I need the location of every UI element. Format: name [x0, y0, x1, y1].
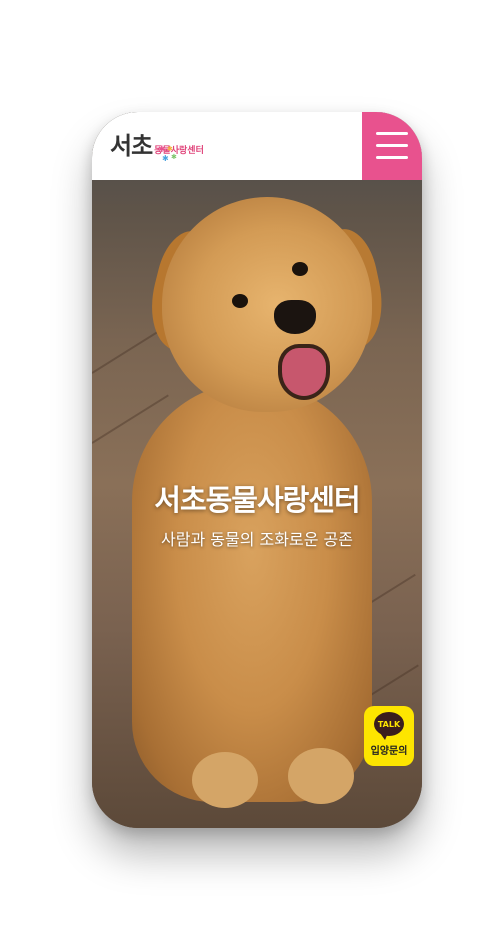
hero-title: 서초동물사랑센터 — [154, 483, 360, 517]
kakao-talk-adoption-button[interactable]: TALK 입양문의 — [364, 706, 414, 766]
svg-text:✱: ✱ — [162, 154, 169, 162]
phone-notch — [196, 112, 326, 138]
kakao-talk-icon: TALK — [374, 712, 404, 740]
puppy-paw-left — [192, 752, 258, 808]
hero-subtitle: 사람과 동물의 조화로운 공존 — [161, 530, 353, 549]
svg-text:✱: ✱ — [167, 145, 173, 153]
adoption-inquiry-label: 입양문의 — [370, 746, 408, 757]
hamburger-icon — [376, 132, 408, 135]
puppy-tongue — [278, 344, 330, 400]
puppy-nose — [274, 300, 316, 334]
hamburger-menu-button[interactable] — [362, 112, 422, 180]
logo-stars-icon: ✱ ✱ ✱ ✱ — [158, 145, 177, 162]
puppy-eye-left — [232, 294, 248, 308]
logo-main-text: 서초 — [110, 132, 153, 160]
puppy-eye-right — [292, 262, 308, 276]
hamburger-icon — [376, 144, 408, 147]
hamburger-icon — [376, 156, 408, 159]
phone-frame: 서초 ✱ ✱ ✱ ✱ 동물사랑센터 서초동물사랑센터 사람과 동물의 조화로운 … — [92, 112, 422, 828]
puppy-paw-right — [288, 748, 354, 804]
puppy-head — [162, 197, 372, 412]
site-logo[interactable]: 서초 ✱ ✱ ✱ ✱ 동물사랑센터 — [110, 132, 204, 162]
puppy-body — [132, 382, 372, 802]
talk-badge-text: TALK — [377, 719, 401, 729]
svg-text:✱: ✱ — [171, 153, 177, 161]
